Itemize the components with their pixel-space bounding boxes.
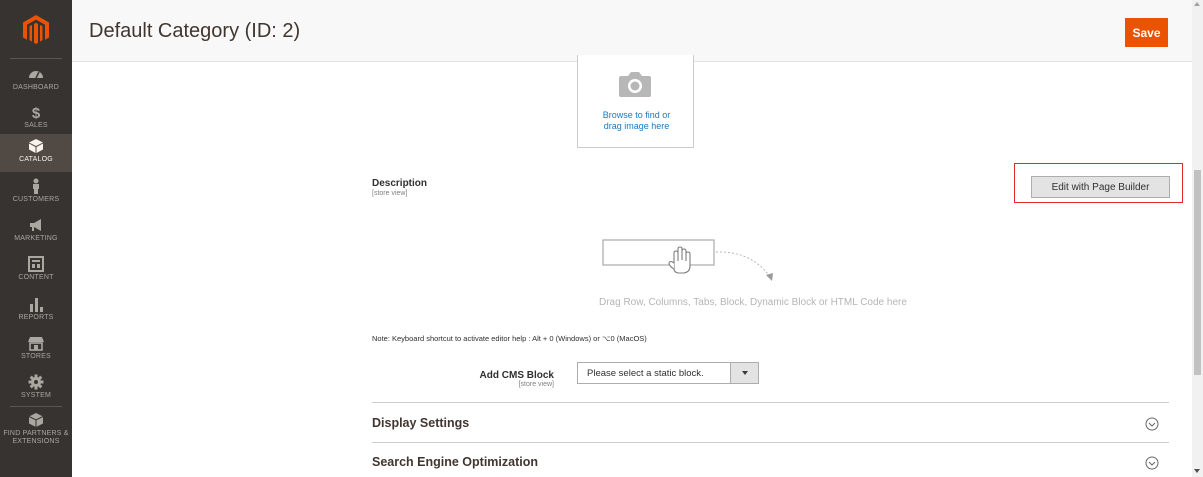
page-scrollbar[interactable] bbox=[1192, 0, 1203, 477]
section-divider bbox=[372, 402, 1169, 403]
cms-block-label: Add CMS Block bbox=[479, 370, 554, 381]
drop-zone-hint: Drag Row, Columns, Tabs, Block, Dynamic … bbox=[599, 297, 907, 308]
expand-circle-icon[interactable] bbox=[1145, 417, 1159, 431]
drag-drop-illustration-icon bbox=[602, 239, 773, 281]
cms-block-select[interactable]: Please select a static block. bbox=[577, 362, 759, 384]
sidebar-item-label: CONTENT bbox=[18, 274, 54, 281]
edit-with-page-builder-button[interactable]: Edit with Page Builder bbox=[1031, 176, 1170, 198]
scroll-thumb[interactable] bbox=[1194, 170, 1201, 375]
dollar-icon: $ bbox=[28, 104, 44, 120]
layout-icon bbox=[28, 256, 44, 272]
expand-circle-icon[interactable] bbox=[1145, 456, 1159, 470]
page-title: Default Category (ID: 2) bbox=[89, 20, 301, 42]
description-scope: [store view] bbox=[372, 190, 408, 197]
save-button[interactable]: Save bbox=[1125, 18, 1168, 47]
sidebar-item-label: FIND PARTNERS & EXTENSIONS bbox=[3, 430, 69, 445]
sidebar-item-catalog[interactable]: CATALOG bbox=[0, 134, 72, 172]
section-search-engine-optimization[interactable]: Search Engine Optimization bbox=[372, 455, 538, 469]
store-icon bbox=[28, 335, 44, 351]
admin-sidebar: DASHBOARD $ SALES CATALOG CUSTOMERS MARK… bbox=[0, 0, 72, 477]
sidebar-item-label: SYSTEM bbox=[21, 392, 51, 399]
svg-text:$: $ bbox=[32, 105, 41, 120]
sidebar-item-label: DASHBOARD bbox=[12, 84, 60, 91]
scroll-up-arrow-icon[interactable] bbox=[1194, 2, 1200, 6]
person-icon bbox=[28, 178, 44, 194]
cube-icon bbox=[28, 412, 44, 428]
dashboard-icon bbox=[28, 66, 44, 82]
sidebar-item-label: SALES bbox=[24, 122, 48, 129]
sidebar-item-stores[interactable]: STORES bbox=[0, 331, 72, 369]
megaphone-icon bbox=[28, 217, 44, 233]
section-divider bbox=[372, 442, 1169, 443]
bar-chart-icon bbox=[28, 296, 44, 312]
cms-block-scope: [store view] bbox=[518, 381, 554, 388]
admin-app: DASHBOARD $ SALES CATALOG CUSTOMERS MARK… bbox=[0, 0, 1203, 477]
sidebar-divider bbox=[10, 58, 62, 59]
image-upload-dropzone[interactable]: Browse to find or drag image here bbox=[577, 55, 694, 148]
page-header: Default Category (ID: 2) Save bbox=[72, 0, 1192, 62]
section-display-settings[interactable]: Display Settings bbox=[372, 416, 469, 430]
upload-link[interactable]: Browse to find or drag image here bbox=[578, 110, 695, 132]
description-label: Description bbox=[372, 178, 428, 189]
sidebar-item-find-partners[interactable]: FIND PARTNERS & EXTENSIONS bbox=[0, 408, 72, 453]
sidebar-item-label: REPORTS bbox=[18, 314, 54, 321]
sidebar-item-label: STORES bbox=[21, 353, 51, 360]
sidebar-item-marketing[interactable]: MARKETING bbox=[0, 213, 72, 251]
magento-logo[interactable] bbox=[0, 0, 72, 60]
cms-block-select-value: Please select a static block. bbox=[587, 368, 704, 379]
keyboard-shortcut-note: Note: Keyboard shortcut to activate edit… bbox=[372, 334, 647, 343]
sidebar-item-label: CATALOG bbox=[19, 156, 53, 163]
sidebar-item-reports[interactable]: REPORTS bbox=[0, 292, 72, 330]
box-icon bbox=[28, 138, 44, 154]
sidebar-item-dashboard[interactable]: DASHBOARD bbox=[0, 62, 72, 100]
sidebar-item-content[interactable]: CONTENT bbox=[0, 252, 72, 290]
sidebar-item-system[interactable]: SYSTEM bbox=[0, 370, 72, 408]
chevron-down-icon[interactable] bbox=[730, 363, 758, 383]
scroll-down-arrow-icon[interactable] bbox=[1194, 469, 1200, 473]
sidebar-item-customers[interactable]: CUSTOMERS bbox=[0, 174, 72, 212]
sidebar-item-label: MARKETING bbox=[14, 235, 58, 242]
sidebar-item-label: CUSTOMERS bbox=[12, 196, 60, 203]
sidebar-item-sales[interactable]: $ SALES bbox=[0, 100, 72, 138]
camera-icon bbox=[619, 72, 651, 97]
gear-icon bbox=[28, 374, 44, 390]
sidebar-divider bbox=[10, 406, 62, 407]
